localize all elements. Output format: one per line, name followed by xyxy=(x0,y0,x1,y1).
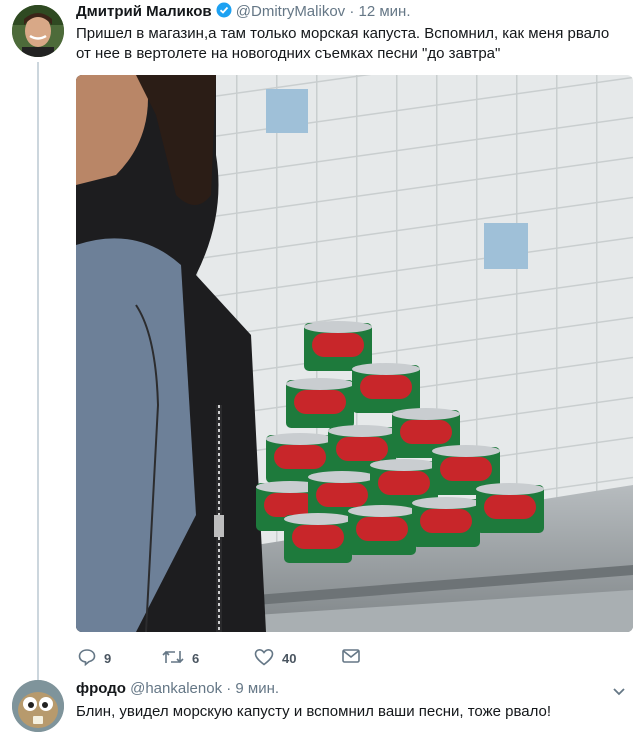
like-button[interactable]: 40 xyxy=(254,648,296,669)
reply-author-name[interactable]: фродо xyxy=(76,680,126,697)
reply-author-avatar[interactable] xyxy=(12,680,64,732)
reply-timestamp[interactable]: 9 мин. xyxy=(235,680,279,697)
reply-button[interactable]: 9 xyxy=(78,648,111,669)
reply-count: 9 xyxy=(104,651,112,666)
retweet-count: 6 xyxy=(192,651,200,666)
reply-text: Блин, увидел морскую капусту и вспомнил … xyxy=(76,703,552,720)
reply-author-handle[interactable]: @hankalenok xyxy=(130,680,222,697)
reply-header: фродо @hankalenok · 9 мин. xyxy=(76,680,279,697)
tweet-header: Дмитрий Маликов @DmitryMalikov · 12 мин. xyxy=(76,2,411,22)
reply-meta-separator: · xyxy=(226,680,232,697)
reply-icon xyxy=(78,648,96,669)
author-handle[interactable]: @DmitryMalikov xyxy=(236,3,345,20)
like-count: 40 xyxy=(282,651,297,666)
tweet-timestamp[interactable]: 12 мин. xyxy=(359,3,411,20)
chevron-down-icon[interactable] xyxy=(612,684,626,702)
like-icon xyxy=(254,648,274,669)
direct-message-button[interactable] xyxy=(342,648,360,667)
author-name[interactable]: Дмитрий Маликов xyxy=(76,3,212,20)
meta-separator: · xyxy=(349,3,355,20)
verified-badge-icon xyxy=(216,2,232,22)
thread-connector-line xyxy=(37,62,39,680)
tweet-photo[interactable] xyxy=(76,75,633,632)
retweet-icon xyxy=(162,648,184,669)
direct-message-icon xyxy=(342,648,360,667)
author-avatar[interactable] xyxy=(12,5,64,57)
retweet-button[interactable]: 6 xyxy=(162,648,199,669)
tweet-text: Пришел в магазин,а там только морская ка… xyxy=(76,25,610,62)
